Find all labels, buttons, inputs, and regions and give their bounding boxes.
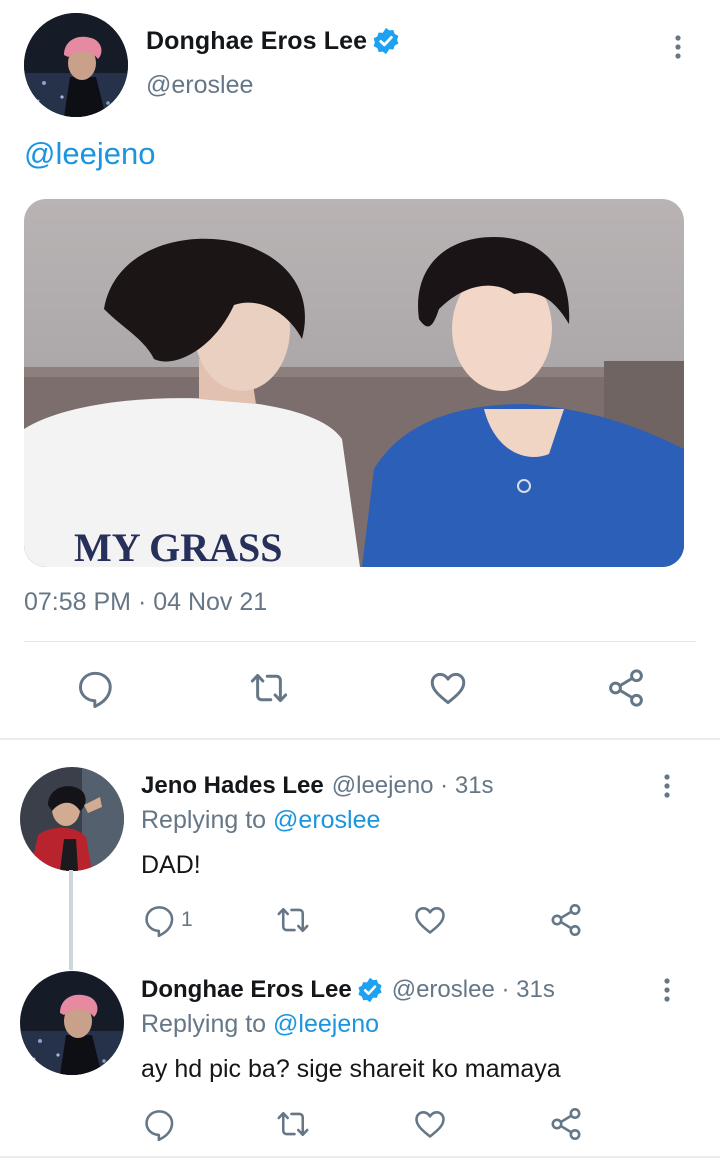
like-icon xyxy=(412,1106,448,1142)
share-button[interactable] xyxy=(548,900,584,940)
share-icon xyxy=(605,667,647,709)
like-icon xyxy=(412,902,448,938)
reply-button[interactable] xyxy=(141,1104,177,1144)
reply-count: 1 xyxy=(181,908,193,931)
verified-icon xyxy=(356,976,384,1004)
tweet-timestamp[interactable]: 07:58 PM · 04 Nov 21 xyxy=(24,588,267,617)
retweet-icon xyxy=(248,667,290,709)
retweet-button[interactable] xyxy=(247,666,291,710)
reply-text: DAD! xyxy=(141,851,201,879)
divider xyxy=(0,738,720,740)
reply-icon xyxy=(141,1106,177,1142)
reply-author-name[interactable]: Donghae Eros Lee xyxy=(141,976,352,1004)
replying-to-handle[interactable]: @eroslee xyxy=(273,806,380,834)
retweet-icon xyxy=(275,1106,311,1142)
reply-button[interactable] xyxy=(73,666,117,710)
like-button[interactable] xyxy=(412,900,448,940)
replying-to-label: Replying to xyxy=(141,1010,267,1038)
divider xyxy=(24,641,696,642)
retweet-button[interactable] xyxy=(275,1104,311,1144)
tweet-text-mention[interactable]: @leejeno xyxy=(24,136,155,172)
replying-to-line: Replying to @eroslee xyxy=(141,806,380,835)
reply-header: Jeno Hades Lee @leejeno · 31s xyxy=(141,772,494,800)
reply-text: ay hd pic ba? sige shareit ko mamaya xyxy=(141,1055,561,1083)
author-name[interactable]: Donghae Eros Lee xyxy=(146,27,367,56)
author-avatar[interactable] xyxy=(24,13,128,117)
retweet-button[interactable] xyxy=(275,900,311,940)
reply-meta[interactable]: @leejeno · 31s xyxy=(332,772,494,800)
author-name-row[interactable]: Donghae Eros Lee xyxy=(146,26,401,56)
more-vertical-icon[interactable] xyxy=(655,773,679,799)
like-button[interactable] xyxy=(412,1104,448,1144)
reply-icon xyxy=(74,667,116,709)
reply-meta[interactable]: @eroslee · 31s xyxy=(392,976,555,1004)
verified-icon xyxy=(371,26,401,56)
thread-connector-line xyxy=(69,870,73,970)
reply-header: Donghae Eros Lee @eroslee · 31s xyxy=(141,976,555,1004)
replying-to-handle[interactable]: @leejeno xyxy=(273,1010,379,1038)
more-vertical-icon[interactable] xyxy=(666,34,690,60)
reply-avatar[interactable] xyxy=(20,971,124,1075)
replying-to-label: Replying to xyxy=(141,806,267,834)
author-handle[interactable]: @eroslee xyxy=(146,71,253,100)
more-vertical-icon[interactable] xyxy=(655,977,679,1003)
reply-avatar[interactable] xyxy=(20,767,124,871)
replying-to-line: Replying to @leejeno xyxy=(141,1010,379,1039)
share-button[interactable] xyxy=(604,666,648,710)
tweet-photo[interactable]: MY GRASS xyxy=(24,199,684,567)
like-button[interactable] xyxy=(426,666,470,710)
shirt-print-text: MY GRASS xyxy=(74,525,283,567)
reply-icon xyxy=(141,902,177,938)
reply-button[interactable]: 1 xyxy=(141,900,193,940)
share-icon xyxy=(548,902,584,938)
like-icon xyxy=(427,667,469,709)
retweet-icon xyxy=(275,902,311,938)
share-icon xyxy=(548,1106,584,1142)
share-button[interactable] xyxy=(548,1104,584,1144)
divider xyxy=(0,1156,720,1158)
reply-author-name[interactable]: Jeno Hades Lee xyxy=(141,772,324,800)
